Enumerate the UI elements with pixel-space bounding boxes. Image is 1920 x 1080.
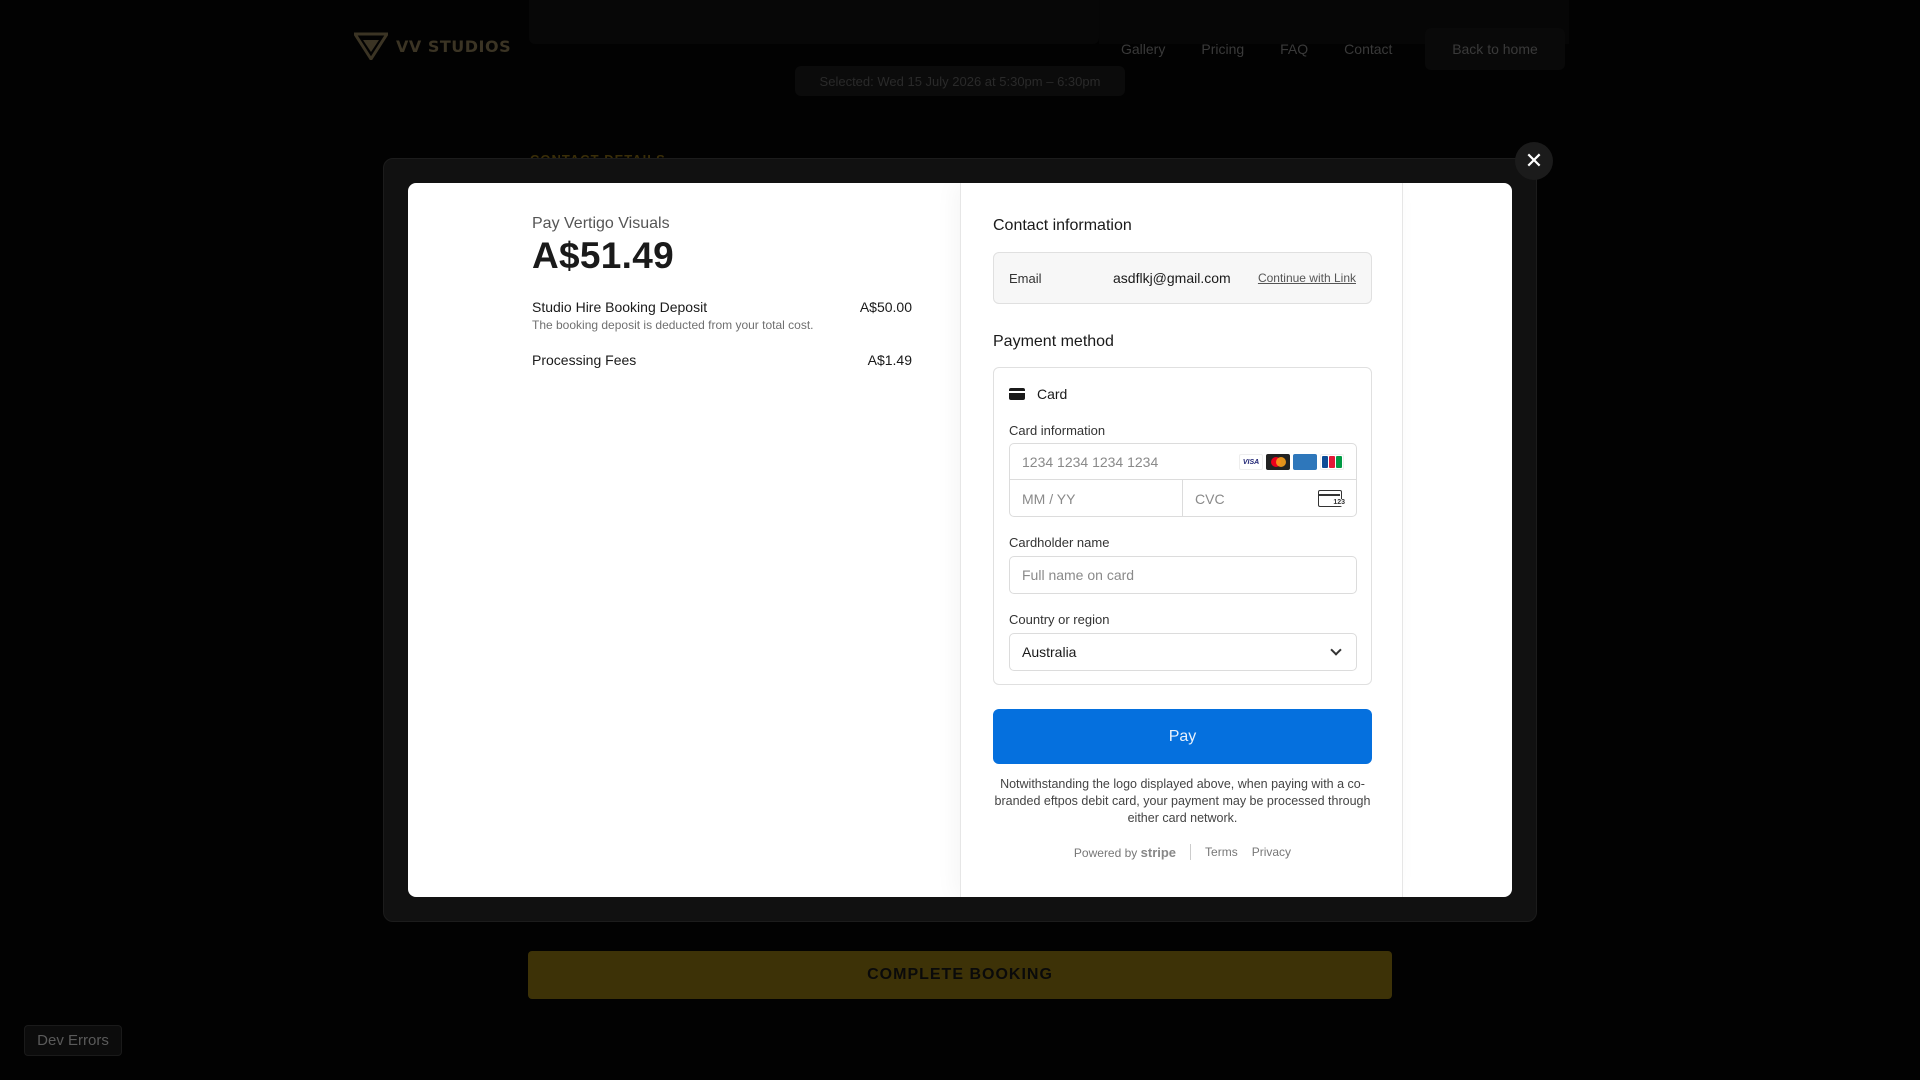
jcb-icon [1320, 454, 1344, 470]
eftpos-disclaimer: Notwithstanding the logo displayed above… [994, 777, 1371, 825]
line-item-description: The booking deposit is deducted from you… [532, 318, 814, 332]
expiry-field[interactable] [1010, 480, 1183, 517]
email-value: asdflkj@gmail.com [1113, 270, 1231, 286]
continue-with-link-button[interactable]: Continue with Link [1258, 271, 1356, 285]
background-header-strip [529, 0, 1099, 44]
powered-by-text: Powered by [1073, 845, 1138, 860]
footer-divider [1190, 844, 1192, 860]
card-tab[interactable]: Card [1009, 386, 1067, 402]
chevron-down-icon [1330, 644, 1342, 656]
line-item-name: Studio Hire Booking Deposit [532, 299, 708, 315]
card-brands: VISA [1239, 454, 1344, 470]
pay-button[interactable]: Pay [993, 709, 1372, 764]
cvc-field[interactable]: 123 [1183, 480, 1356, 517]
cardholder-name-input[interactable] [1010, 557, 1356, 593]
cardholder-name-label: Cardholder name [1009, 535, 1110, 550]
back-to-home-button[interactable]: Back to home [1425, 28, 1565, 70]
card-information-label: Card information [1009, 423, 1106, 438]
line-item-name: Processing Fees [532, 352, 637, 368]
order-summary: Pay Vertigo Visuals A$51.49 Studio Hire … [532, 215, 912, 368]
stripe-checkout: Pay Vertigo Visuals A$51.49 Studio Hire … [408, 183, 1512, 897]
terms-link[interactable]: Terms [1205, 845, 1238, 859]
nav-pricing[interactable]: Pricing [1201, 41, 1244, 57]
card-tab-label: Card [1037, 386, 1068, 402]
nav-faq[interactable]: FAQ [1280, 41, 1308, 57]
country-value: Australia [1022, 644, 1077, 660]
close-modal-button[interactable]: ✕ [1515, 142, 1553, 180]
payment-method-title: Payment method [993, 333, 1114, 350]
country-select[interactable]: Australia [1009, 633, 1357, 671]
stripe-logo-text: stripe [1140, 844, 1177, 860]
line-item-price: A$50.00 [859, 299, 912, 315]
complete-booking-button[interactable]: COMPLETE BOOKING [528, 951, 1392, 999]
site-logo[interactable]: VV STUDIOS [354, 32, 511, 60]
email-field[interactable]: Email asdflkj@gmail.com Continue with Li… [993, 252, 1372, 304]
cvc-icon-number: 123 [1332, 499, 1346, 506]
line-item-price: A$1.49 [867, 352, 912, 368]
visa-icon: VISA [1239, 454, 1263, 470]
logo-triangle-icon [354, 32, 388, 60]
line-item: Processing Fees A$1.49 [532, 352, 912, 368]
merchant-name: Pay Vertigo Visuals [532, 215, 670, 232]
credit-card-icon [1009, 388, 1025, 400]
country-label: Country or region [1009, 612, 1110, 627]
logo-text: VV STUDIOS [396, 36, 512, 56]
powered-by-stripe[interactable]: Powered by stripe [1074, 845, 1176, 860]
nav-contact[interactable]: Contact [1344, 41, 1392, 57]
main-nav: Gallery Pricing FAQ Contact [1121, 41, 1428, 57]
payment-form-panel: Contact information Email asdflkj@gmail.… [960, 183, 1403, 897]
contact-information-title: Contact information [993, 217, 1132, 234]
privacy-link[interactable]: Privacy [1252, 845, 1291, 859]
amex-icon [1293, 454, 1317, 470]
mastercard-icon [1266, 454, 1290, 470]
card-number-field[interactable]: VISA [1010, 444, 1356, 480]
line-item: Studio Hire Booking Deposit The booking … [532, 299, 912, 332]
total-amount: A$51.49 [532, 235, 674, 276]
selected-slot-pill: Selected: Wed 15 July 2026 at 5:30pm – 6… [795, 66, 1125, 96]
close-icon: ✕ [1524, 148, 1544, 173]
card-payment-box: Card Card information VISA [993, 367, 1372, 685]
checkout-footer: Powered by stripe Terms Privacy [961, 844, 1404, 860]
expiry-input[interactable] [1010, 480, 1182, 517]
nav-gallery[interactable]: Gallery [1121, 41, 1165, 57]
dev-errors-button[interactable]: Dev Errors [24, 1025, 122, 1056]
card-input-group: VISA 123 [1009, 443, 1357, 517]
email-label: Email [1009, 270, 1042, 286]
cardholder-name-field[interactable] [1009, 556, 1357, 594]
